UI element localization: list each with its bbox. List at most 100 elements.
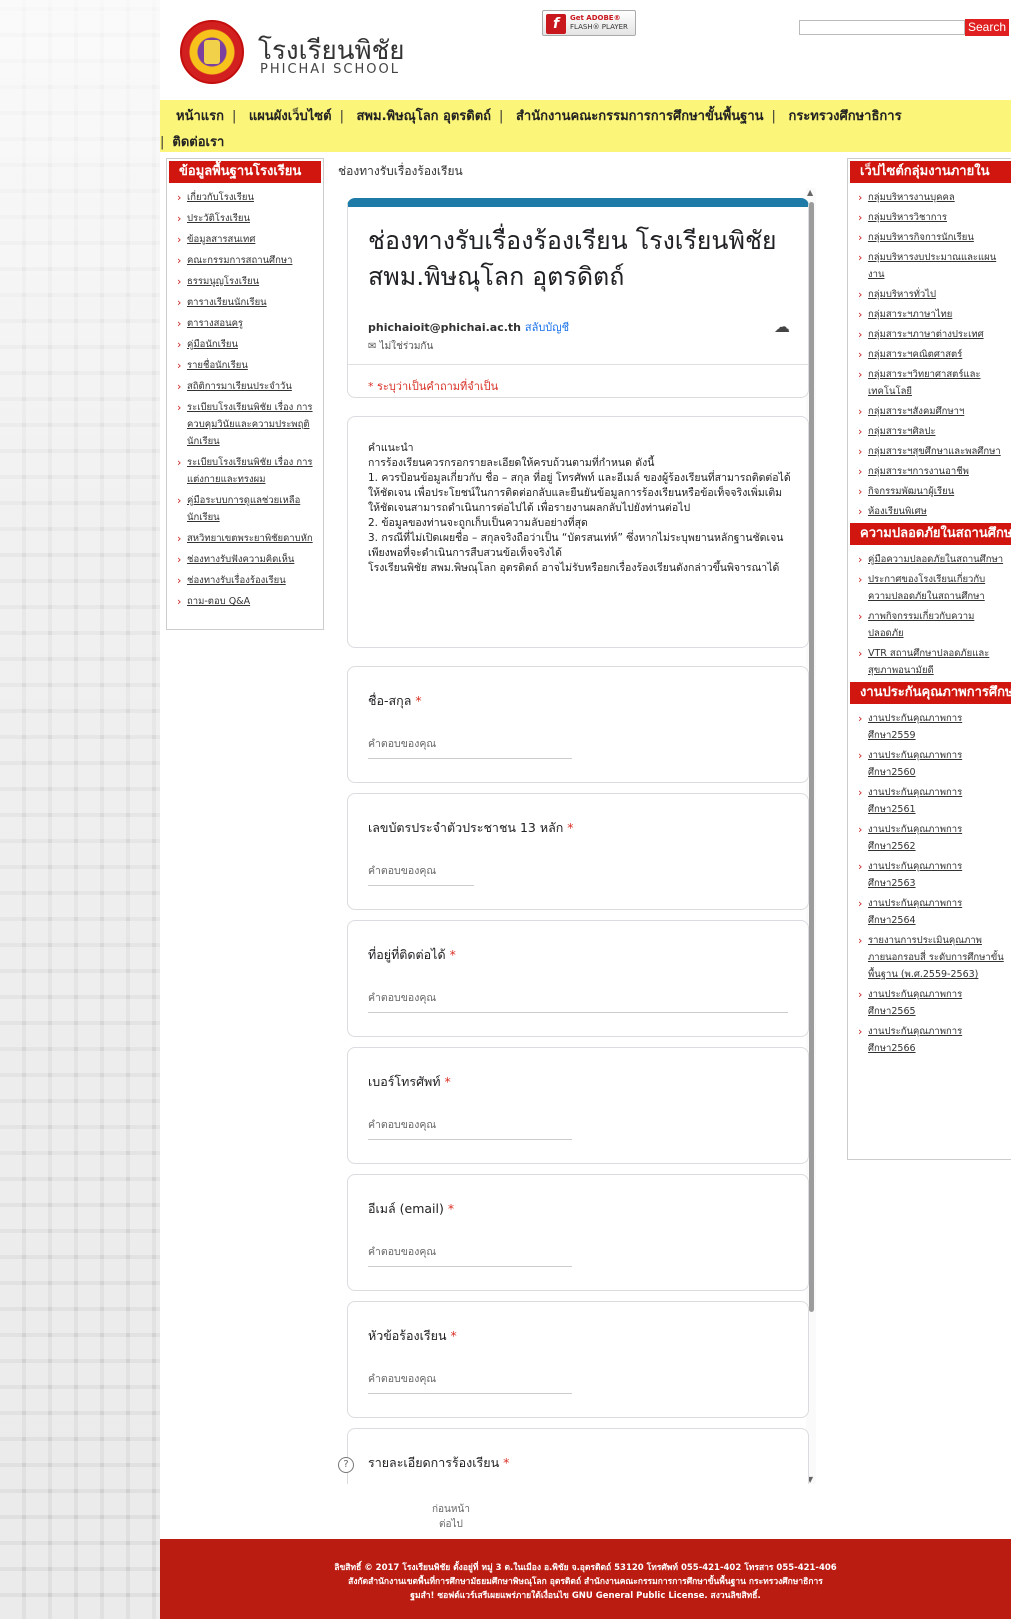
sidebar-item[interactable]: กลุ่มสาระฯสังคมศึกษาฯ: [858, 403, 1007, 420]
field-card-address: ที่อยู่ที่ติดต่อได้ * คำตอบของคุณ: [347, 920, 809, 1037]
sidebar-item[interactable]: งานประกันคุณภาพการศึกษา2559: [858, 710, 1007, 744]
sidebar-item[interactable]: ช่องทางรับเรื่องร้องเรียน: [177, 572, 315, 589]
switch-account-link[interactable]: สลับบัญชี: [525, 321, 569, 334]
sidebar-item[interactable]: กิจกรรมพัฒนาผู้เรียน: [858, 483, 1007, 500]
field-card-email: อีเมล์ (email) * คำตอบของคุณ: [347, 1174, 809, 1291]
sidebar-item[interactable]: ข้อมูลสารสนเทศ: [177, 231, 315, 248]
sidebar-item[interactable]: กลุ่มสาระฯภาษาต่างประเทศ: [858, 326, 1007, 343]
sidebar-item[interactable]: งานประกันคุณภาพการศึกษา2564: [858, 895, 1007, 929]
instructions-card: คำแนะนำ การร้องเรียนควรกรอกรายละเอียดให้…: [347, 416, 809, 648]
question-label: ที่อยู่ที่ติดต่อได้ *: [368, 947, 456, 962]
cloud-save-icon: ☁: [774, 317, 790, 336]
question-label: เลขบัตรประจำตัวประชาชน 13 หลัก *: [368, 820, 574, 835]
sidebar-item[interactable]: เกี่ยวกับโรงเรียน: [177, 189, 315, 206]
flash-badge-line1: Get ADOBE®: [570, 14, 621, 22]
answer-input[interactable]: คำตอบของคุณ: [368, 1116, 572, 1140]
nav-sitemap[interactable]: แผนผังเว็บไซต์: [249, 109, 332, 124]
sidebar-item[interactable]: สหวิทยาเขตพระยาพิชัยดาบหัก: [177, 530, 315, 547]
field-card-phone: เบอร์โทรศัพท์ * คำตอบของคุณ: [347, 1047, 809, 1164]
sidebar-item[interactable]: สถิติการมาเรียนประจำวัน: [177, 378, 315, 395]
answer-input[interactable]: คำตอบของคุณ: [368, 1370, 572, 1394]
question-label: อีเมล์ (email) *: [368, 1201, 455, 1216]
sidebar-item[interactable]: คู่มือนักเรียน: [177, 336, 315, 353]
sidebar-item[interactable]: ถาม-ตอบ Q&A: [177, 593, 315, 610]
help-icon[interactable]: ?: [338, 1457, 354, 1473]
sidebar-item[interactable]: ตารางสอนครู: [177, 315, 315, 332]
sidebar-item[interactable]: คณะกรรมการสถานศึกษา: [177, 252, 315, 269]
flash-player-badge[interactable]: f Get ADOBE® FLASH® PLAYER: [542, 10, 636, 36]
sidebar-item[interactable]: กลุ่มบริหารกิจการนักเรียน: [858, 229, 1007, 246]
nav-moe[interactable]: กระทรวงศึกษาธิการ: [788, 109, 901, 124]
right-sidebar-title-qa: งานประกันคุณภาพการศึกษา: [850, 682, 1011, 704]
nav-contact[interactable]: ติดต่อเรา: [172, 135, 224, 150]
scroll-up-icon[interactable]: ▲: [807, 188, 813, 197]
sidebar-item[interactable]: กลุ่มบริหารงานบุคคล: [858, 189, 1007, 206]
quality-assurance-list: งานประกันคุณภาพการศึกษา2559 งานประกันคุณ…: [848, 710, 1011, 1057]
sidebar-item[interactable]: ธรรมนูญโรงเรียน: [177, 273, 315, 290]
question-label: รายละเอียดการร้องเรียน *: [368, 1455, 510, 1470]
search-button[interactable]: Search: [965, 19, 1009, 36]
answer-input[interactable]: คำตอบของคุณ: [368, 1243, 572, 1267]
sidebar-item[interactable]: งานประกันคุณภาพการศึกษา2566: [858, 1023, 1007, 1057]
school-name-en: PHICHAI SCHOOL: [260, 62, 400, 77]
top-nav: หน้าแรก | แผนผังเว็บไซต์ | สพม.พิษณุโลก อุ…: [160, 100, 1011, 152]
sidebar-item[interactable]: กลุ่มสาระฯศิลปะ: [858, 423, 1007, 440]
divider: [348, 364, 808, 365]
answer-input[interactable]: คำตอบของคุณ: [368, 735, 572, 759]
page: โรงเรียนพิชัย PHICHAI SCHOOL f Get ADOBE…: [160, 0, 1011, 1619]
sidebar-item[interactable]: กลุ่มสาระฯคณิตศาสตร์: [858, 346, 1007, 363]
form-header-card: ช่องทางรับเรื่องร้องเรียน โรงเรียนพิชัย …: [347, 198, 809, 398]
sidebar-item[interactable]: ภาพกิจกรรมเกี่ยวกับความปลอดภัย: [858, 608, 1007, 642]
sidebar-item[interactable]: งานประกันคุณภาพการศึกษา2560: [858, 747, 1007, 781]
sidebar-item[interactable]: งานประกันคุณภาพการศึกษา2561: [858, 784, 1007, 818]
answer-input[interactable]: คำตอบของคุณ: [368, 862, 474, 886]
sidebar-item[interactable]: ช่องทางรับฟังความคิดเห็น: [177, 551, 315, 568]
sidebar-item[interactable]: ประวัติโรงเรียน: [177, 210, 315, 227]
nav-obec[interactable]: สำนักงานคณะกรรมการการศึกษาขั้นพื้นฐาน: [516, 109, 764, 124]
background-mosaic: [0, 0, 160, 1619]
sidebar-item[interactable]: คู่มือความปลอดภัยในสถานศึกษา: [858, 551, 1007, 568]
sidebar-item[interactable]: VTR สถานศึกษาปลอดภัยและสุขภาพอนามัยดี: [858, 645, 1007, 679]
sidebar-item[interactable]: กลุ่มสาระฯการงานอาชีพ: [858, 463, 1007, 480]
question-label: เบอร์โทรศัพท์ *: [368, 1074, 451, 1089]
left-sidebar-list: เกี่ยวกับโรงเรียน ประวัติโรงเรียน ข้อมูล…: [167, 189, 323, 610]
next-link[interactable]: ต่อไป: [432, 1517, 470, 1532]
sidebar-item[interactable]: ห้องเรียนพิเศษ: [858, 503, 1007, 520]
sidebar-item[interactable]: กลุ่มสาระฯภาษาไทย: [858, 306, 1007, 323]
answer-input[interactable]: คำตอบของคุณ: [368, 989, 788, 1013]
required-note: * ระบุว่าเป็นคำถามที่จำเป็น: [368, 380, 499, 393]
sidebar-item[interactable]: กลุ่มบริหารทั่วไป: [858, 286, 1007, 303]
left-sidebar-title: ข้อมูลพื้นฐานโรงเรียน: [169, 161, 321, 183]
right-sidebar: เว็ปไซต์กลุ่มงานภายใน กลุ่มบริหารงานบุคค…: [847, 158, 1011, 1160]
question-label: ชื่อ-สกุล *: [368, 693, 422, 708]
nav-home[interactable]: หน้าแรก: [176, 109, 224, 124]
site-header: โรงเรียนพิชัย PHICHAI SCHOOL f Get ADOBE…: [160, 0, 1011, 100]
school-logo[interactable]: [180, 20, 244, 84]
sidebar-item[interactable]: คู่มือระบบการดูแลช่วยเหลือนักเรียน: [177, 492, 315, 526]
sidebar-item[interactable]: กลุ่มบริหารงบประมาณและแผนงาน: [858, 249, 1007, 283]
nav-secondary-area[interactable]: สพม.พิษณุโลก อุตรดิตถ์: [357, 109, 492, 124]
prev-link[interactable]: ก่อนหน้า: [432, 1502, 470, 1517]
sidebar-item[interactable]: กลุ่มบริหารวิชาการ: [858, 209, 1007, 226]
embedded-form[interactable]: ▲ ▼ ช่องทางรับเรื่องร้องเรียน โรงเรียนพิ…: [328, 188, 816, 1484]
pager: ก่อนหน้า ต่อไป: [432, 1502, 470, 1532]
instructions-text: คำแนะนำ การร้องเรียนควรกรอกรายละเอียดให้…: [368, 442, 791, 574]
sidebar-item[interactable]: รายงานการประเมินคุณภาพภายนอกรอบสี่ ระดับ…: [858, 932, 1007, 983]
sidebar-item[interactable]: กลุ่มสาระฯวิทยาศาสตร์และเทคโนโลยี: [858, 366, 1007, 400]
question-label: หัวข้อร้องเรียน *: [368, 1328, 457, 1343]
field-card-name: ชื่อ-สกุล * คำตอบของคุณ: [347, 666, 809, 783]
sidebar-item[interactable]: งานประกันคุณภาพการศึกษา2562: [858, 821, 1007, 855]
sidebar-item[interactable]: งานประกันคุณภาพการศึกษา2565: [858, 986, 1007, 1020]
sidebar-item[interactable]: ประกาศของโรงเรียนเกี่ยวกับความปลอดภัยในส…: [858, 571, 1007, 605]
flash-icon: f: [546, 14, 566, 34]
sidebar-item[interactable]: ตารางเรียนนักเรียน: [177, 294, 315, 311]
sidebar-item[interactable]: รายชื่อนักเรียน: [177, 357, 315, 374]
sidebar-item[interactable]: ระเบียบโรงเรียนพิชัย เรื่อง การแต่งกายแล…: [177, 454, 315, 488]
footer-line-2: สังกัดสำนักงานเขตพื้นที่การศึกษามัธยมศึก…: [348, 1577, 823, 1587]
sidebar-item[interactable]: ระเบียบโรงเรียนพิชัย เรื่อง การควบคุมวิน…: [177, 399, 315, 450]
right-sidebar-title-safety: ความปลอดภัยในสถานศึกษา: [850, 523, 1011, 545]
sidebar-item[interactable]: กลุ่มสาระฯสุขศึกษาและพลศึกษา: [858, 443, 1007, 460]
scroll-thumb[interactable]: [809, 202, 814, 1312]
sidebar-item[interactable]: งานประกันคุณภาพการศึกษา2563: [858, 858, 1007, 892]
search-input[interactable]: [799, 20, 965, 35]
